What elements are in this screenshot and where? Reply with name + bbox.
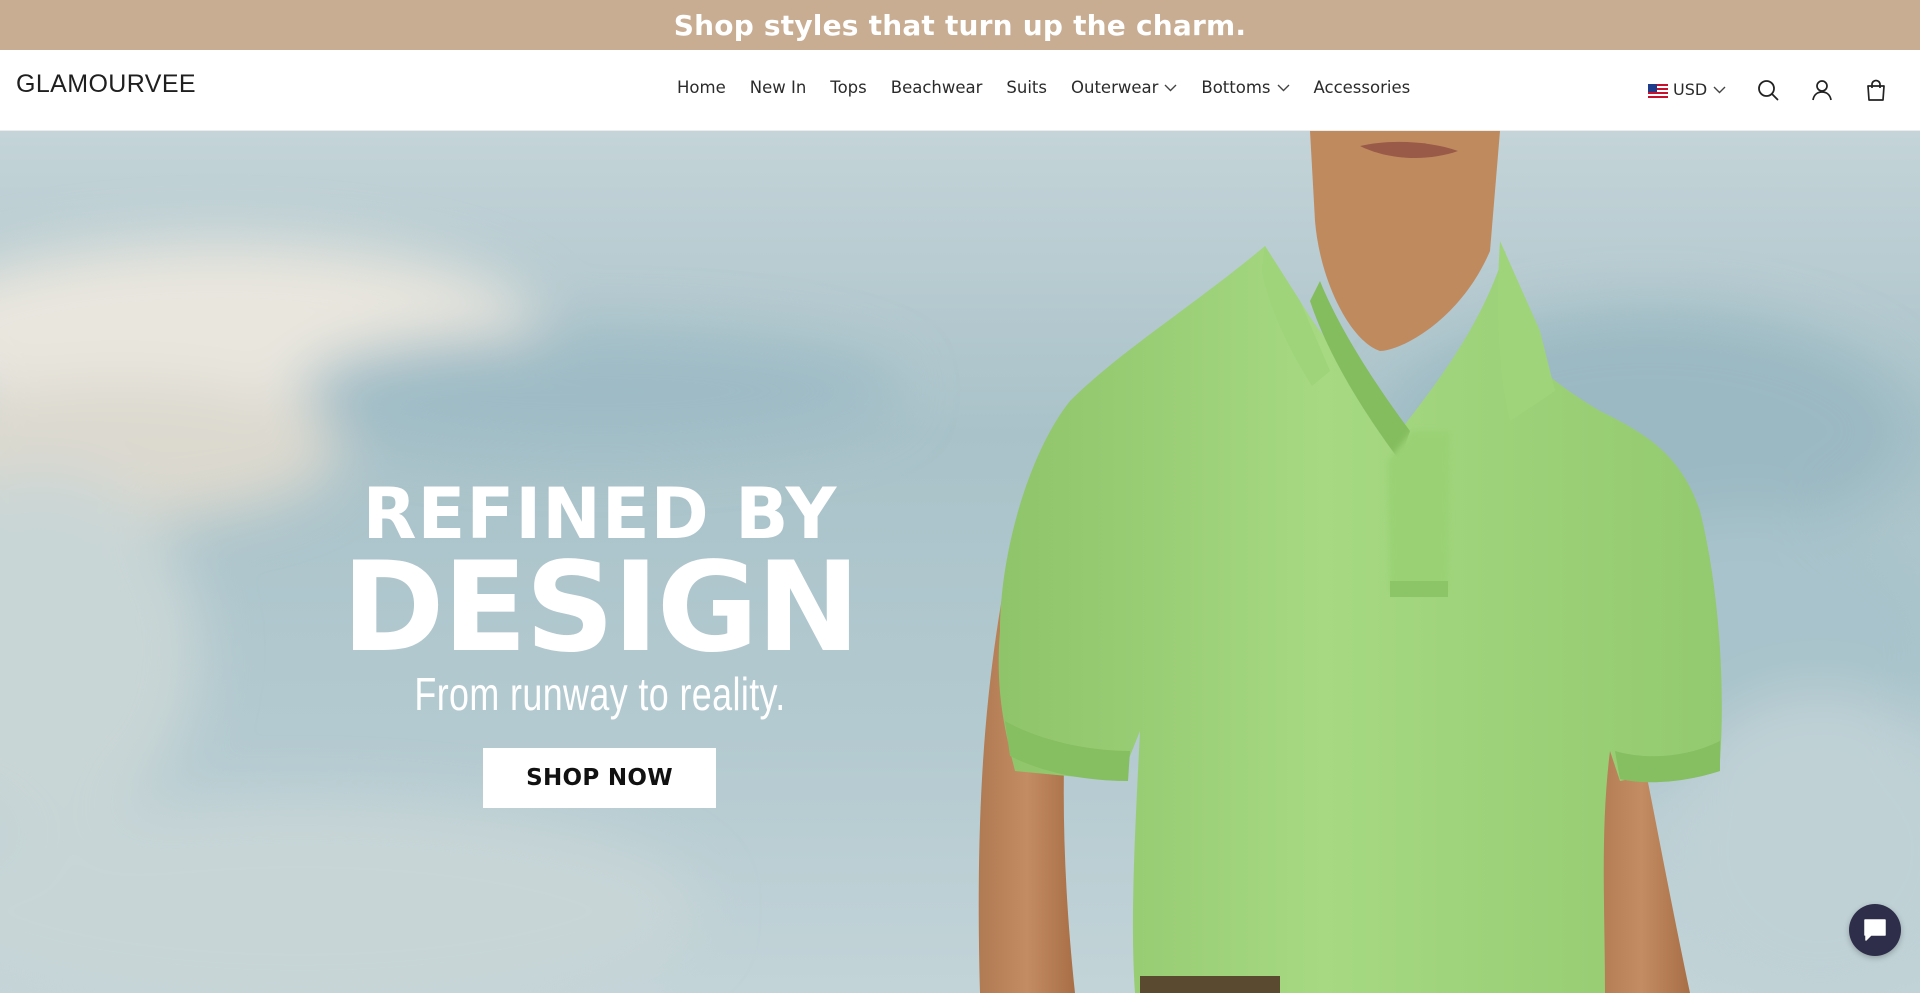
shop-now-button[interactable]: SHOP NOW [483,748,716,808]
cart-icon[interactable] [1862,76,1890,104]
nav-label: Tops [830,78,867,97]
chevron-down-icon [1164,84,1177,92]
nav-item-beachwear[interactable]: Beachwear [891,78,983,97]
site-logo[interactable]: GLAMOURVEE [16,70,196,99]
chat-icon[interactable] [1849,904,1901,956]
hero-headline: REFINED BY DESIGN From runway to reality… [340,476,861,722]
nav-item-outerwear[interactable]: Outerwear [1071,78,1177,97]
hero-subtitle: From runway to reality. [414,668,786,720]
nav-item-new-in[interactable]: New In [750,78,807,97]
nav-item-tops[interactable]: Tops [830,78,866,97]
nav-item-bottoms[interactable]: Bottoms [1201,78,1290,97]
nav-label: Suits [1006,78,1047,97]
announcement-text: Shop styles that turn up the charm. [673,8,1247,42]
nav-item-home[interactable]: Home [677,78,726,97]
hero-title-line2: DESIGN [341,536,861,680]
hero-image [0,131,1920,993]
nav-item-suits[interactable]: Suits [1006,78,1047,97]
site-header: GLAMOURVEE Home New In Tops Beachwear Su… [0,50,1920,131]
search-icon[interactable] [1754,76,1782,104]
nav-label: New In [749,78,807,97]
nav-label: Accessories [1313,78,1411,97]
currency-code: USD [1673,80,1708,99]
main-nav: Home New In Tops Beachwear Suits Outerwe… [677,78,1434,97]
nav-item-accessories[interactable]: Accessories [1314,78,1411,97]
hero-banner: REFINED BY DESIGN From runway to reality… [0,131,1920,993]
shop-now-label: SHOP NOW [526,765,673,791]
nav-label: Bottoms [1201,78,1271,97]
nav-label: Outerwear [1071,78,1159,97]
chevron-down-icon [1713,86,1726,94]
us-flag-icon [1648,83,1668,98]
account-icon[interactable] [1808,76,1836,104]
nav-label: Beachwear [890,78,983,97]
announcement-bar: Shop styles that turn up the charm. [0,0,1920,50]
currency-selector[interactable]: USD [1648,80,1726,99]
nav-label: Home [677,78,726,97]
chevron-down-icon [1277,84,1290,92]
